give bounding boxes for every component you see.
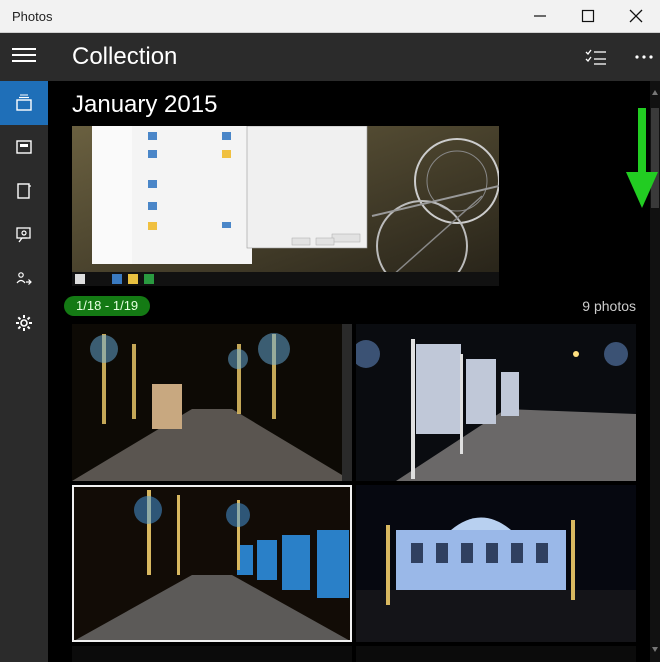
nav-settings[interactable] — [0, 301, 48, 345]
photo-thumbnail[interactable] — [356, 324, 636, 481]
nav-albums[interactable] — [0, 125, 48, 169]
photo-thumbnail-selected[interactable] — [72, 485, 352, 642]
exhibition-panels-image — [356, 324, 636, 481]
maximize-button[interactable] — [564, 0, 612, 32]
nav-rail — [0, 33, 48, 662]
checklist-icon — [585, 49, 606, 65]
settings-icon — [16, 315, 32, 331]
boulevard-panels-image — [72, 485, 352, 642]
nav-people[interactable] — [0, 213, 48, 257]
photo-thumbnail-screenshot[interactable] — [72, 126, 499, 286]
import-icon — [16, 272, 32, 285]
people-icon — [16, 227, 31, 243]
month-heading: January 2015 — [72, 91, 218, 118]
photo-thumbnail[interactable] — [72, 646, 352, 662]
illuminated-building-image — [356, 485, 636, 642]
more-icon — [635, 55, 653, 59]
folders-icon — [17, 183, 31, 199]
maximize-icon — [581, 9, 595, 23]
select-button[interactable] — [580, 41, 612, 73]
scroll-down-arrow-icon[interactable] — [651, 642, 659, 656]
hamburger-icon — [12, 48, 36, 62]
albums-icon — [16, 140, 32, 154]
window-title: Photos — [12, 9, 53, 24]
photo-thumbnail[interactable] — [356, 485, 636, 642]
photo-count: 9 photos — [582, 298, 636, 314]
screenshot-image — [72, 126, 499, 286]
hamburger-menu-button[interactable] — [0, 33, 48, 77]
more-options-button[interactable] — [628, 41, 660, 73]
close-icon — [629, 9, 643, 23]
window-titlebar: Photos — [0, 0, 660, 33]
date-range-badge: 1/18 - 1/19 — [64, 296, 151, 316]
nav-import[interactable] — [0, 257, 48, 301]
nav-collection[interactable] — [0, 81, 48, 125]
scroll-up-arrow-icon[interactable] — [651, 86, 659, 100]
minimize-icon — [534, 15, 546, 17]
page-title: Collection — [72, 43, 178, 70]
photo-thumbnail[interactable] — [356, 646, 636, 662]
collection-icon — [16, 94, 32, 111]
minimize-button[interactable] — [516, 0, 564, 32]
collection-content: January 2015 1/18 - 1/19 9 photos — [48, 81, 660, 662]
nav-folders[interactable] — [0, 169, 48, 213]
green-down-arrow-annotation — [626, 108, 658, 208]
page-header: Collection — [48, 33, 660, 81]
close-button[interactable] — [612, 0, 660, 32]
night-boulevard-image — [72, 324, 352, 481]
photo-thumbnail[interactable] — [72, 324, 352, 481]
